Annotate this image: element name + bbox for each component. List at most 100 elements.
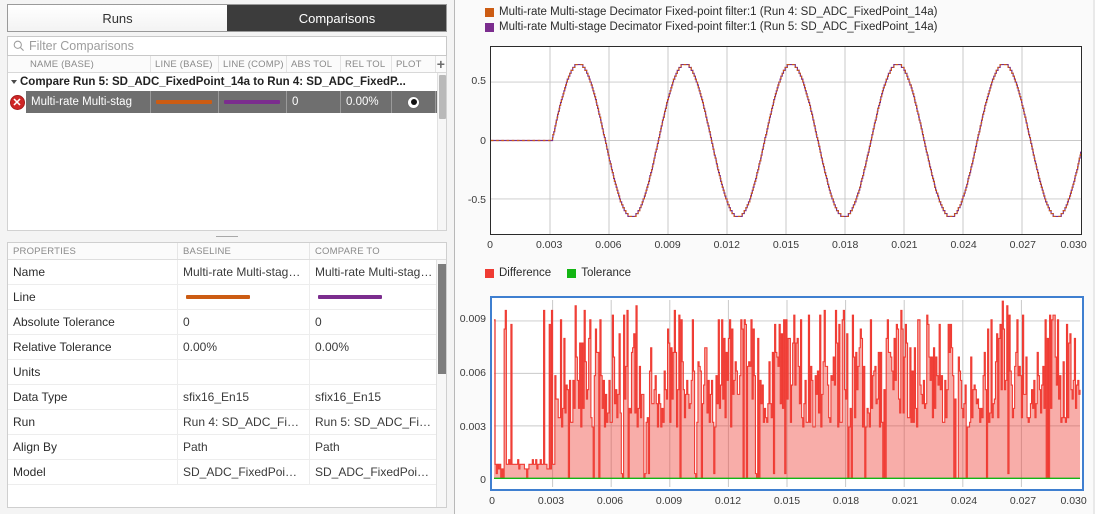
tab-runs[interactable]: Runs [8, 5, 227, 31]
difference-plot-canvas [493, 299, 1081, 488]
legend-entry-difference[interactable]: Difference [485, 267, 551, 279]
line-comp-cell[interactable] [219, 91, 287, 113]
filter-comparisons-box[interactable] [7, 36, 447, 56]
property-row-model: Model SD_ADC_FixedPoi… SD_ADC_FixedPoi… [8, 460, 446, 485]
property-row-name: Name Multi-rate Multi-stag… Multi-rate M… [8, 260, 446, 285]
chevron-down-icon[interactable] [11, 80, 17, 84]
x-tick-label: 0.003 [536, 239, 563, 251]
legend-label: Difference [499, 267, 552, 279]
property-baseline-line[interactable] [178, 285, 310, 309]
panel-splitter[interactable] [7, 231, 447, 242]
y-tick-label: -0.5 [467, 193, 486, 206]
x-tick-label: 0.009 [654, 239, 681, 251]
legend-color-swatch-icon [485, 268, 494, 278]
property-row-absolute-tolerance: Absolute Tolerance 0 0 [8, 310, 446, 335]
tree-vertical-scrollbar[interactable] [437, 73, 446, 230]
property-compare-value: 0 [315, 315, 322, 329]
filter-comparisons-input[interactable] [27, 39, 446, 53]
property-baseline-value: SD_ADC_FixedPoi… [178, 460, 310, 484]
property-label: Align By [8, 435, 178, 459]
difference-plot[interactable] [490, 296, 1084, 491]
property-baseline-value: Multi-rate Multi-stag… [178, 260, 310, 284]
property-row-relative-tolerance: Relative Tolerance 0.00% 0.00% [8, 335, 446, 360]
column-compare-to: COMPARE TO [315, 245, 380, 257]
property-compare-value [310, 360, 446, 384]
x-tick-label: 0.030 [1060, 239, 1087, 251]
legend-color-swatch-icon [485, 22, 494, 32]
column-line-base[interactable]: LINE (BASE) [151, 56, 219, 72]
x-tick-label: 0.018 [832, 239, 859, 251]
tab-comparisons[interactable]: Comparisons [227, 5, 446, 31]
signal-name-cell: Multi-rate Multi-stag [26, 91, 151, 113]
property-baseline-value: 0.00% [178, 335, 310, 359]
legend-entry-run4[interactable]: Multi-rate Multi-stage Decimator Fixed-p… [485, 6, 1095, 18]
plots-panel: Multi-rate Multi-stage Decimator Fixed-p… [455, 0, 1095, 514]
column-rel-tol[interactable]: REL TOL [341, 56, 392, 72]
x-tick-label: 0.012 [714, 495, 742, 507]
add-column-icon[interactable]: + [436, 56, 446, 72]
legend-entry-tolerance[interactable]: Tolerance [567, 267, 631, 279]
property-compare-value: Run 5: SD_ADC_Fi… [315, 415, 432, 429]
property-label: Name [8, 260, 178, 284]
compare-line-swatch [318, 295, 382, 299]
property-row-align-by: Align By Path Path [8, 435, 446, 460]
column-name-base[interactable]: NAME (BASE) [26, 56, 151, 72]
signal-comparison-plot[interactable] [490, 46, 1082, 235]
x-tick-label: 0.006 [595, 239, 622, 251]
abs-tol-cell[interactable]: 0 [287, 91, 341, 113]
properties-header-row: PROPERTIES BASELINE COMPARE TO [8, 243, 446, 260]
line-base-cell[interactable] [151, 91, 219, 113]
tab-runs-label: Runs [102, 10, 133, 26]
property-label: Absolute Tolerance [8, 310, 178, 334]
properties-vertical-scrollbar[interactable] [436, 260, 446, 507]
search-icon [13, 40, 24, 52]
column-plot[interactable]: PLOT [392, 56, 436, 72]
property-compare-value: Path [315, 440, 340, 454]
property-baseline-value: Path [178, 435, 310, 459]
x-tick-label: 0.003 [537, 495, 565, 507]
legend-entry-run5[interactable]: Multi-rate Multi-stage Decimator Fixed-p… [485, 21, 1095, 33]
property-row-data-type: Data Type sfix16_En15 sfix16_En15 [8, 385, 446, 410]
comparison-signal-row[interactable]: ✕ Multi-rate Multi-stag 0 0.00% [8, 91, 446, 113]
signal-plot-legend: Multi-rate Multi-stage Decimator Fixed-p… [455, 0, 1095, 33]
y-tick-label: 0 [480, 134, 486, 147]
x-tick-label: 0.024 [950, 495, 978, 507]
tree-header-row: NAME (BASE) LINE (BASE) LINE (COMP) ABS … [8, 56, 446, 73]
x-tick-label: 0.021 [891, 495, 919, 507]
tree-header-spacer [8, 56, 26, 72]
tree-scroll-thumb[interactable] [439, 75, 446, 119]
x-tick-label: 0.015 [772, 239, 800, 251]
property-baseline-value: 0 [178, 310, 310, 334]
x-tick-label: 0 [489, 495, 495, 507]
x-tick-label: 0.021 [891, 239, 918, 251]
property-baseline-value: sfix16_En15 [178, 385, 310, 409]
comparisons-tree: NAME (BASE) LINE (BASE) LINE (COMP) ABS … [7, 56, 447, 231]
y-tick-label: 0.5 [471, 75, 486, 88]
difference-plot-legend: Difference Tolerance [455, 261, 631, 279]
column-abs-tol[interactable]: ABS TOL [287, 56, 341, 72]
radio-selected-icon[interactable] [407, 95, 420, 109]
property-compare-line[interactable] [310, 285, 446, 309]
baseline-line-swatch [186, 295, 250, 299]
comparison-group-row[interactable]: Compare Run 5: SD_ADC_FixedPoint_14a to … [8, 73, 446, 91]
property-row-run: Run Run 4: SD_ADC_Fi… Run 5: SD_ADC_Fi… [8, 410, 446, 435]
line-base-swatch [156, 100, 212, 104]
comparison-group-label: Compare Run 5: SD_ADC_FixedPoint_14a to … [20, 76, 406, 88]
legend-color-swatch-icon [485, 7, 494, 17]
column-line-comp[interactable]: LINE (COMP) [219, 56, 287, 72]
x-tick-label: 0 [487, 239, 493, 251]
property-label: Line [8, 285, 178, 309]
delete-circle-icon[interactable]: ✕ [9, 94, 25, 110]
column-properties: PROPERTIES [8, 243, 178, 259]
delete-comparison-button[interactable]: ✕ [8, 91, 26, 113]
property-label: Model [8, 460, 178, 484]
property-compare-value: sfix16_En15 [315, 390, 382, 404]
plot-cell[interactable] [392, 91, 436, 113]
x-tick-label: 0.024 [950, 239, 977, 251]
rel-tol-cell[interactable]: 0.00% [341, 91, 392, 113]
tab-comparisons-label: Comparisons [298, 10, 376, 26]
property-row-units: Units [8, 360, 446, 385]
legend-label: Tolerance [581, 267, 632, 279]
x-tick-label: 0.012 [713, 239, 740, 251]
properties-scroll-thumb[interactable] [438, 264, 446, 374]
